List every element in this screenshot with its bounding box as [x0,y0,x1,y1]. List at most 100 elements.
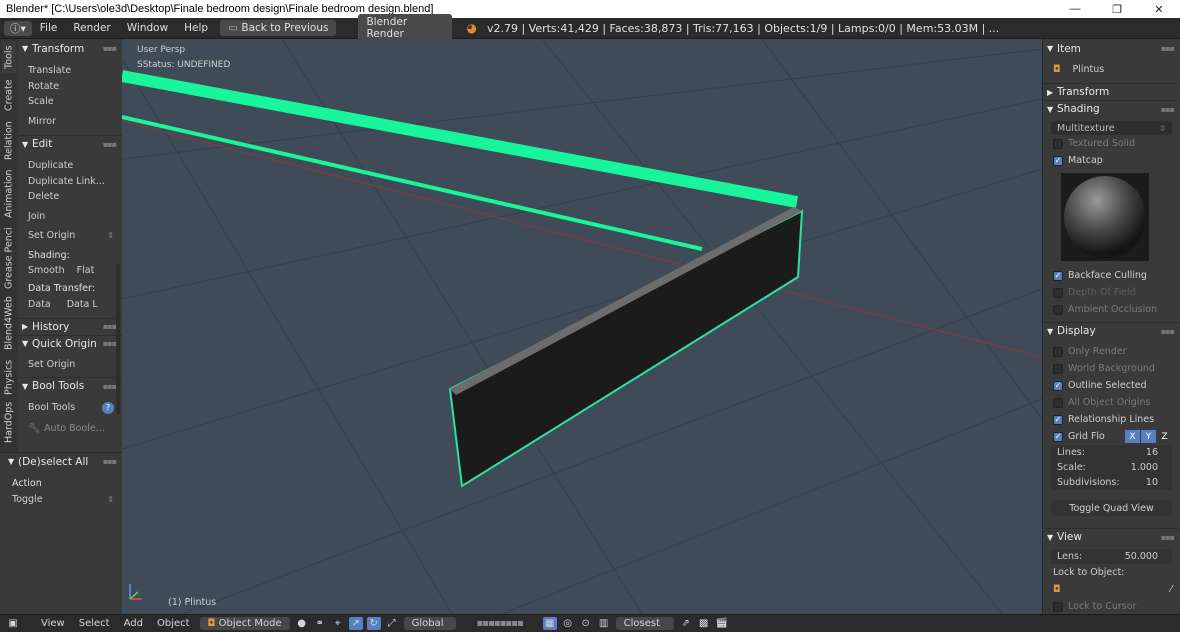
drag-grip-icon[interactable]: ▪▪▪ [103,457,117,466]
data-layout-button[interactable]: Data L [67,299,98,310]
backface-culling-checkbox[interactable]: ✓ Backface Culling [1043,267,1180,284]
drag-grip-icon[interactable]: ▪▪▪ [1161,44,1175,53]
data-button[interactable]: Data [28,299,51,310]
transform-orientation-select[interactable]: Global [403,617,456,630]
opengl-animation-icon[interactable]: 🎬︎ [715,617,729,630]
ambient-occlusion-checkbox[interactable]: Ambient Occlusion [1043,301,1180,318]
set-origin-select[interactable]: Set Origin ⇕ [18,228,122,244]
opengl-render-icon[interactable]: ▩ [697,617,711,630]
menu-window[interactable]: Window [119,22,176,34]
join-button[interactable]: Join [18,209,122,225]
tab-physics[interactable]: Physics [2,357,16,397]
align-rotation-icon[interactable]: ⇗ [679,617,693,630]
only-render-checkbox[interactable]: Only Render [1043,343,1180,360]
action-select[interactable]: Toggle ⇕ [0,492,122,508]
menu-select[interactable]: Select [72,618,117,629]
grid-floor-checkbox[interactable]: ✓ Grid Flo X Y Z [1043,428,1180,445]
all-object-origins-checkbox[interactable]: All Object Origins [1043,394,1180,411]
panel-history-header[interactable]: ▶ History ▪▪▪ [18,317,122,335]
menu-add[interactable]: Add [117,618,150,629]
panel-view-header[interactable]: ▼ View ▪▪▪ [1043,528,1180,545]
tab-create[interactable]: Create [2,77,16,113]
close-button[interactable]: ✕ [1138,3,1180,16]
drag-grip-icon[interactable]: ▪▪▪ [103,140,117,149]
grid-scale-field[interactable]: Scale: 1.000 [1051,460,1172,475]
panel-transform-props-header[interactable]: ▶ Transform [1043,83,1180,100]
duplicate-button[interactable]: Duplicate [18,158,122,174]
grid-axis-y-toggle[interactable]: Y [1141,430,1156,443]
panel-display-header[interactable]: ▼ Display ▪▪▪ [1043,322,1180,339]
tab-grease-pencil[interactable]: Grease Penci [2,225,16,291]
auto-boolean-button[interactable]: 🔧︎ Auto Boole... [18,421,122,437]
manipulator-toggle-icon[interactable]: ⌖ [331,617,345,630]
rotate-button[interactable]: Rotate [18,79,122,95]
drag-grip-icon[interactable]: ▪▪▪ [1161,533,1175,542]
editor-type-icon[interactable]: ▣ [6,617,20,630]
eyedropper-icon[interactable]: ⁄ [1170,584,1172,595]
smooth-button[interactable]: Smooth [28,265,65,276]
drag-grip-icon[interactable]: ▪▪▪ [1161,105,1175,114]
delete-button[interactable]: Delete [18,189,122,205]
lens-field[interactable]: Lens: 50.000 [1051,549,1172,564]
shelf-scrollbar[interactable] [116,264,120,414]
grid-subdivisions-field[interactable]: Subdivisions: 10 [1051,475,1172,490]
snap-target-select[interactable]: Closest [615,617,674,630]
proportional-edit-icon[interactable]: ◎ [561,617,575,630]
panel-bool-tools-header[interactable]: ▼ Bool Tools ▪▪▪ [18,377,122,394]
flat-button[interactable]: Flat [77,265,95,276]
tab-blend4web[interactable]: Blend4Web [2,295,16,351]
tab-tools[interactable]: Tools [2,41,16,73]
snap-toggle-icon[interactable]: ⊙ [579,617,593,630]
help-icon[interactable]: ? [102,401,114,414]
drag-grip-icon[interactable]: ▪▪▪ [1161,327,1175,336]
drag-grip-icon[interactable]: ▪▪▪ [103,44,117,53]
outline-selected-checkbox[interactable]: ✓ Outline Selected [1043,377,1180,394]
tab-hardops[interactable]: HardOps [2,401,16,443]
textured-solid-checkbox[interactable]: Textured Solid [1043,135,1180,152]
world-background-checkbox[interactable]: World Background [1043,360,1180,377]
editor-type-icon[interactable]: ⓘ▾ [4,20,32,36]
bool-tools-button[interactable]: Bool Tools ? [18,400,122,416]
drag-grip-icon[interactable]: ▪▪▪ [103,382,117,391]
menu-render[interactable]: Render [65,22,118,34]
lock-to-cursor-checkbox[interactable]: Lock to Cursor [1043,598,1180,614]
back-to-previous-button[interactable]: ▭ Back to Previous [220,20,337,36]
render-engine-select[interactable]: Blender Render [358,14,453,42]
viewport-shading-icon[interactable]: ● [295,617,309,630]
relationship-lines-checkbox[interactable]: ✓ Relationship Lines [1043,411,1180,428]
object-name-field[interactable]: ◘ Plintus [1043,61,1180,78]
translate-manipulator-icon[interactable]: ↗ [348,617,363,630]
grid-axis-z-toggle[interactable]: Z [1157,430,1172,443]
panel-item-header[interactable]: ▼ Item ▪▪▪ [1043,40,1180,57]
menu-view[interactable]: View [34,618,72,629]
shading-mode-select[interactable]: Multitexture ⇕ [1051,121,1172,135]
mode-select[interactable]: ◘ Object Mode [199,617,290,630]
menu-object[interactable]: Object [150,618,197,629]
scale-button[interactable]: Scale [18,94,122,110]
scale-manipulator-icon[interactable]: ⤢ [385,617,399,630]
minimize-button[interactable]: — [1054,3,1096,15]
tab-animation[interactable]: Animation [2,169,16,219]
pivot-point-icon[interactable]: ⚭ [313,617,327,630]
render-preview-icon[interactable]: ▦ [542,617,557,630]
panel-transform-header[interactable]: ▼ Transform ▪▪▪ [18,40,122,57]
translate-button[interactable]: Translate [18,63,122,79]
panel-edit-header[interactable]: ▼ Edit ▪▪▪ [18,135,122,152]
operator-header[interactable]: ▼ (De)select All ▪▪▪ [0,453,122,470]
lock-object-field[interactable]: ◘ ⁄ [1043,581,1180,598]
drag-grip-icon[interactable]: ▪▪▪ [103,322,117,331]
toggle-quad-view-button[interactable]: Toggle Quad View [1051,500,1172,516]
mirror-button[interactable]: Mirror [18,114,122,130]
panel-shading-header[interactable]: ▼ Shading ▪▪▪ [1043,100,1180,117]
layers-grid-icon[interactable]: ▪▪▪▪▪▪▪▪ [461,617,539,630]
rotate-manipulator-icon[interactable]: ↻ [366,617,381,630]
menu-help[interactable]: Help [176,22,216,34]
grid-lines-field[interactable]: Lines: 16 [1051,445,1172,460]
3d-viewport[interactable]: User Persp SStatus: UNDEFINED (1) Plintu… [122,39,1042,614]
grid-axis-x-toggle[interactable]: X [1125,430,1140,443]
menu-file[interactable]: File [32,22,66,34]
panel-quick-origin-header[interactable]: ▼ Quick Origin ▪▪▪ [18,334,122,352]
quick-set-origin-button[interactable]: Set Origin [18,357,122,373]
snap-element-icon[interactable]: ▥ [597,617,611,630]
depth-of-field-checkbox[interactable]: Depth Of Field [1043,284,1180,301]
